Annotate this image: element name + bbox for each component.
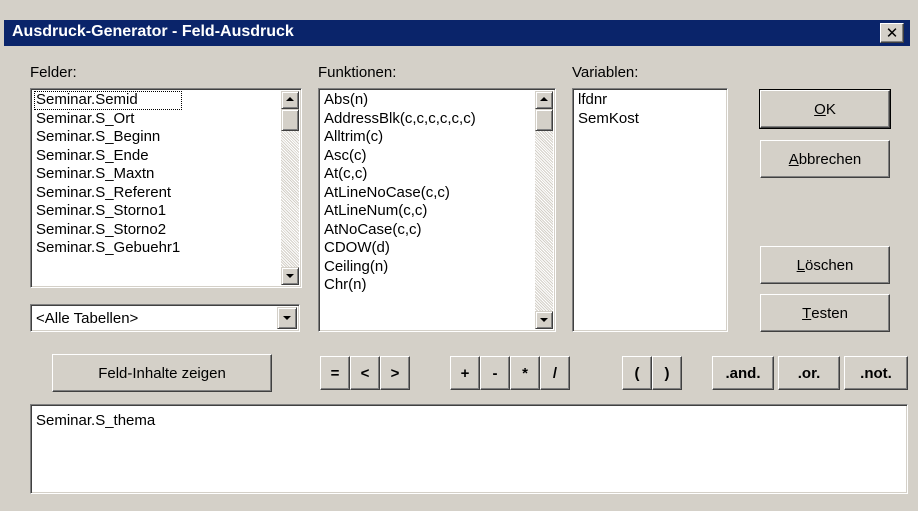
funktionen-list-item[interactable]: AtNoCase(c,c) bbox=[322, 221, 478, 240]
expression-textarea[interactable]: Seminar.S_thema bbox=[30, 404, 908, 494]
funktionen-list-item[interactable]: Abs(n) bbox=[322, 91, 478, 110]
felder-list-item[interactable]: Seminar.Semid bbox=[34, 91, 183, 110]
open-paren-button[interactable]: ( bbox=[622, 356, 652, 390]
tabellen-combo[interactable]: <Alle Tabellen> bbox=[30, 304, 300, 332]
funktionen-list[interactable]: Abs(n) AddressBlk(c,c,c,c,c,c) Alltrim(c) A… bbox=[318, 88, 556, 332]
funktionen-list-item[interactable]: AtLineNoCase(c,c) bbox=[322, 184, 478, 203]
variablen-list-item[interactable]: SemKost bbox=[576, 110, 641, 129]
felder-list-item[interactable]: Seminar.S_Gebuehr1 bbox=[34, 239, 182, 258]
funktionen-label: Funktionen: bbox=[318, 64, 397, 81]
close-paren-button[interactable]: ) bbox=[652, 356, 682, 390]
abbrechen-button[interactable]: Abbrechen bbox=[760, 140, 890, 178]
not-button[interactable]: .not. bbox=[844, 356, 908, 390]
multiply-button[interactable]: * bbox=[510, 356, 540, 390]
felder-list-item[interactable]: Seminar.S_Beginn bbox=[34, 128, 182, 147]
felder-list-item[interactable]: Seminar.S_Referent bbox=[34, 184, 182, 203]
loeschen-button[interactable]: Löschen bbox=[760, 246, 890, 284]
felder-list-item[interactable]: Seminar.S_Storno2 bbox=[34, 221, 182, 240]
feld-inhalte-zeigen-button[interactable]: Feld-Inhalte zeigen bbox=[52, 354, 272, 392]
minus-button[interactable]: - bbox=[480, 356, 510, 390]
funktionen-list-item[interactable]: Chr(n) bbox=[322, 276, 478, 295]
funktionen-list-item[interactable]: CDOW(d) bbox=[322, 239, 478, 258]
plus-button[interactable]: + bbox=[450, 356, 480, 390]
expression-builder-dialog: Ausdruck-Generator - Feld-Ausdruck ✕ Fel… bbox=[0, 0, 918, 511]
felder-scroll-up-button[interactable] bbox=[281, 91, 299, 109]
funktionen-list-item[interactable]: AddressBlk(c,c,c,c,c,c) bbox=[322, 110, 478, 129]
loeschen-mnemonic: L bbox=[796, 256, 805, 274]
funktionen-scroll-thumb[interactable] bbox=[535, 109, 553, 131]
funktionen-list-item[interactable]: Alltrim(c) bbox=[322, 128, 478, 147]
tabellen-combo-value: <Alle Tabellen> bbox=[36, 310, 139, 327]
ok-mnemonic: O bbox=[814, 100, 826, 118]
arrow-down-icon bbox=[286, 274, 294, 278]
funktionen-list-item[interactable]: Asc(c) bbox=[322, 147, 478, 166]
funktionen-list-item[interactable]: Ceiling(n) bbox=[322, 258, 478, 277]
felder-scroll-thumb[interactable] bbox=[281, 109, 299, 131]
combo-dropdown-button[interactable] bbox=[277, 307, 297, 329]
funktionen-scroll-up-button[interactable] bbox=[535, 91, 553, 109]
close-button[interactable]: ✕ bbox=[880, 23, 904, 43]
or-button[interactable]: .or. bbox=[778, 356, 840, 390]
felder-scrollbar[interactable] bbox=[281, 91, 299, 285]
window-title: Ausdruck-Generator - Feld-Ausdruck bbox=[12, 23, 294, 40]
abbrechen-mnemonic: A bbox=[788, 150, 799, 168]
and-button[interactable]: .and. bbox=[712, 356, 774, 390]
variablen-list[interactable]: lfdnr SemKost bbox=[572, 88, 728, 332]
expression-value: Seminar.S_thema bbox=[36, 412, 156, 429]
ok-label: K bbox=[825, 100, 836, 118]
greater-than-button[interactable]: > bbox=[380, 356, 410, 390]
less-than-button[interactable]: < bbox=[350, 356, 380, 390]
chevron-down-icon bbox=[283, 316, 291, 320]
felder-list-item[interactable]: Seminar.S_Storno1 bbox=[34, 202, 182, 221]
close-icon: ✕ bbox=[885, 24, 899, 42]
funktionen-items: Abs(n) AddressBlk(c,c,c,c,c,c) Alltrim(c) A… bbox=[322, 91, 478, 295]
funktionen-scroll-down-button[interactable] bbox=[535, 311, 553, 329]
felder-list-item[interactable]: Seminar.S_Maxtn bbox=[34, 165, 182, 184]
loeschen-label: öschen bbox=[804, 256, 854, 274]
felder-items: Seminar.Semid Seminar.S_Ort Seminar.S_Begi… bbox=[34, 91, 183, 258]
testen-button[interactable]: Testen bbox=[760, 294, 890, 332]
variablen-items: lfdnr SemKost bbox=[576, 91, 641, 128]
testen-label: esten bbox=[811, 304, 848, 322]
felder-list[interactable]: Seminar.Semid Seminar.S_Ort Seminar.S_Begi… bbox=[30, 88, 302, 288]
ok-button[interactable]: OK bbox=[759, 89, 891, 129]
felder-list-item[interactable]: Seminar.S_Ort bbox=[34, 110, 182, 129]
abbrechen-label: bbrechen bbox=[798, 150, 862, 168]
arrow-down-icon bbox=[540, 318, 548, 322]
arrow-up-icon bbox=[286, 97, 294, 101]
testen-mnemonic: T bbox=[802, 304, 812, 322]
divide-button[interactable]: / bbox=[540, 356, 570, 390]
equals-button[interactable]: = bbox=[320, 356, 350, 390]
felder-label: Felder: bbox=[30, 64, 77, 81]
felder-scroll-down-button[interactable] bbox=[281, 267, 299, 285]
arrow-up-icon bbox=[540, 97, 548, 101]
title-bar[interactable]: Ausdruck-Generator - Feld-Ausdruck ✕ bbox=[4, 20, 910, 46]
variablen-list-item[interactable]: lfdnr bbox=[576, 91, 641, 110]
felder-list-item[interactable]: Seminar.S_Ende bbox=[34, 147, 182, 166]
funktionen-scrollbar[interactable] bbox=[535, 91, 553, 329]
funktionen-list-item[interactable]: At(c,c) bbox=[322, 165, 478, 184]
variablen-label: Variablen: bbox=[572, 64, 639, 81]
funktionen-list-item[interactable]: AtLineNum(c,c) bbox=[322, 202, 478, 221]
